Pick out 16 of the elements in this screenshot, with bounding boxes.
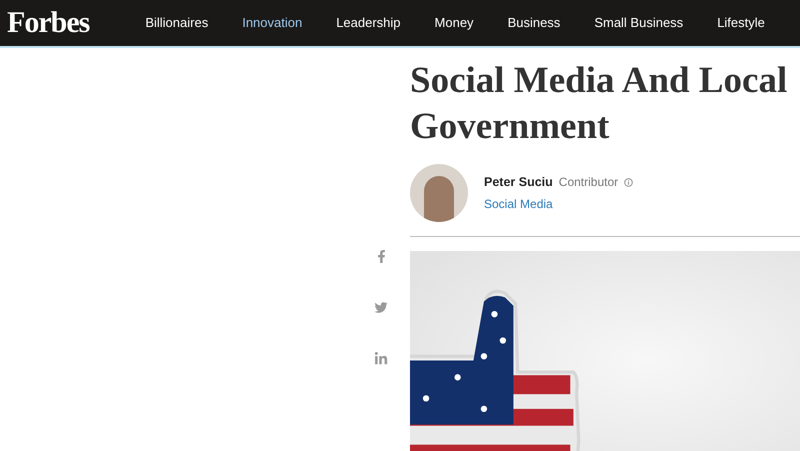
nav-link[interactable]: Business [508, 13, 560, 33]
linkedin-icon[interactable] [374, 352, 388, 366]
nav-link[interactable]: Leadership [336, 13, 401, 33]
facebook-icon[interactable] [376, 250, 386, 263]
section-link[interactable]: Social Media [484, 195, 634, 214]
nav-link[interactable]: Billionaires [145, 13, 208, 33]
article-title: Social Media And Local Government [410, 59, 788, 149]
author-role: Contributor [558, 174, 618, 191]
site-logo[interactable]: Forbes [7, 8, 90, 38]
nav-link[interactable]: Lifestyle [717, 13, 765, 33]
nav-link[interactable]: Small Business [594, 13, 684, 33]
nav-link[interactable]: Money [434, 13, 474, 33]
twitter-icon[interactable] [374, 301, 388, 314]
info-icon[interactable] [624, 178, 634, 186]
nav-link[interactable]: Innovation [242, 13, 302, 33]
author-name[interactable]: Peter Suciu [484, 172, 553, 192]
